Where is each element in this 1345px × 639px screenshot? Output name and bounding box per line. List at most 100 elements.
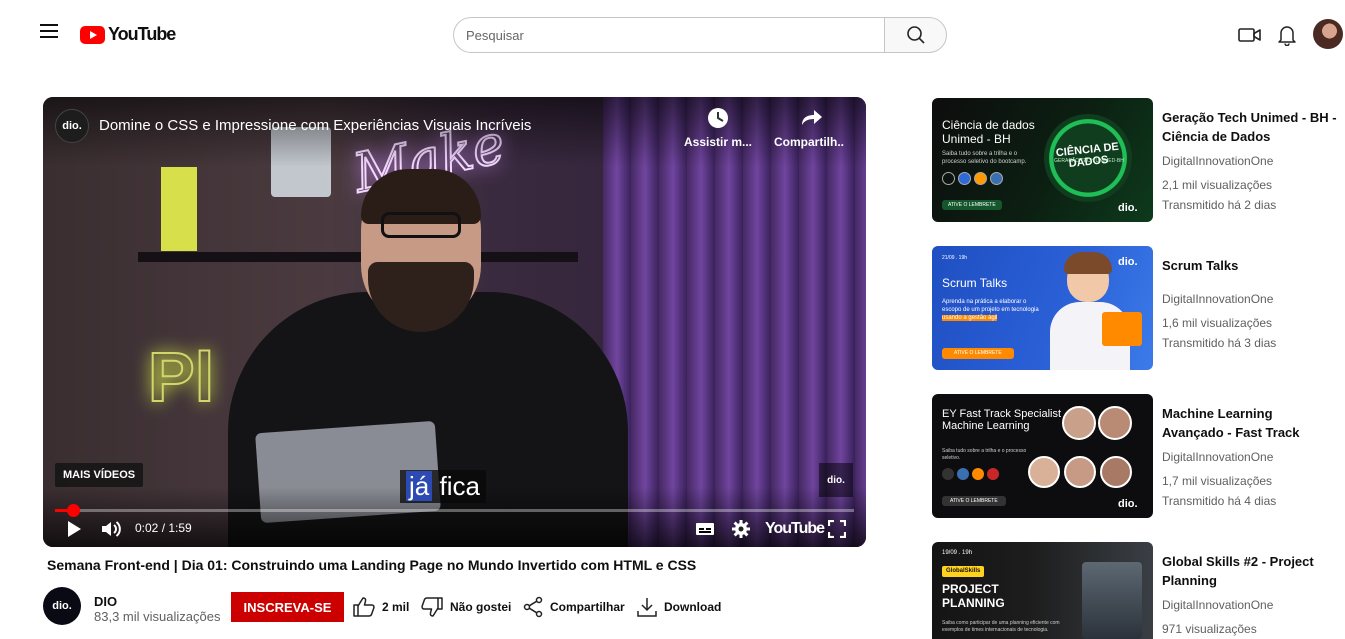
rec-title[interactable]: Global Skills #2 - Project Planning [1162,552,1337,590]
rec-age: Transmitido há 3 dias [1162,336,1277,350]
play-button[interactable] [65,517,83,541]
watch-later-button[interactable]: Assistir m... [683,107,753,149]
settings-gear-icon [732,520,750,538]
thumb-subtitle-text: Aprenda na prática a elaborar o escopo d… [942,299,1039,313]
video-camera-icon [1238,28,1261,42]
video-thumbnail[interactable]: EY Fast Track Specialist Machine Learnin… [932,394,1153,518]
rec-views: 971 visualizações [1162,622,1257,636]
channel-mark-button[interactable]: dio. [55,109,89,143]
subscribe-button[interactable]: INSCREVA-SE [231,592,344,622]
thumb-reminder-button: ATIVE O LEMBRETE [942,496,1006,506]
recommendation-card[interactable]: EY Fast Track Specialist Machine Learnin… [932,394,1342,518]
search-bar [453,17,947,53]
thumb-badge-sub: GERAÇÃO TECH UNIMED-BH [1054,158,1124,164]
time-display: 0:02 / 1:59 [135,521,192,535]
channel-views: 83,3 mil visualizações [94,609,221,624]
fullscreen-button[interactable] [828,517,846,541]
search-icon [906,26,925,44]
rec-views: 2,1 mil visualizações [1162,178,1273,192]
notifications-button[interactable] [1274,22,1300,48]
caption-text: fica [439,471,480,501]
share-icon [523,596,543,618]
subtitle-caption: já fica [400,470,486,503]
video-thumbnail[interactable]: 19/09 . 19h GlobalSkills PROJECT PLANNIN… [932,542,1153,639]
share-button[interactable]: Compartilhar [522,596,625,618]
rec-age: Transmitido há 2 dias [1162,198,1277,212]
download-button[interactable]: Download [636,596,721,618]
thumb-heading: PROJECT PLANNING [942,582,1005,610]
search-button[interactable] [884,17,947,53]
recommendation-card[interactable]: 19/09 . 19h GlobalSkills PROJECT PLANNIN… [932,542,1342,639]
thumb-subtitle: Aprenda na prática a elaborar o escopo d… [942,298,1047,322]
download-label: Download [664,600,722,614]
recommendation-card[interactable]: 21/09 . 19h Scrum Talks Aprenda na práti… [932,246,1342,370]
thumb-date: 21/09 . 19h [942,255,968,261]
rec-views: 1,7 mil visualizações [1162,474,1273,488]
bell-icon [1278,26,1296,46]
neon-sign-decoration: Pl [147,337,215,417]
rec-title[interactable]: Machine Learning Avançado - Fast Track [1162,404,1337,442]
video-thumbnail[interactable]: Ciência de dados Unimed - BH Saiba tudo … [932,98,1153,222]
top-bar: YouTube [0,0,1345,68]
logo-text: YouTube [108,24,176,44]
rec-title[interactable]: Scrum Talks [1162,256,1337,275]
download-icon [637,598,657,617]
share-overlay-button[interactable]: Compartilh... [774,107,844,149]
thumb-heading: Ciência de dados Unimed - BH [942,118,1035,146]
thumb-heading: Scrum Talks [942,276,1008,290]
tech-icons [942,468,999,480]
search-input[interactable] [453,17,884,53]
thumb-heading: EY Fast Track Specialist Machine Learnin… [942,408,1062,432]
video-title: Semana Front-end | Dia 01: Construindo u… [47,557,697,573]
settings-button[interactable] [731,517,751,541]
tech-icons [942,172,1003,185]
thumbs-up-icon [353,597,375,617]
video-thumbnail[interactable]: 21/09 . 19h Scrum Talks Aprenda na práti… [932,246,1153,370]
thumb-subtitle: Saiba tudo sobre a trilha e o processo s… [942,151,1027,165]
clock-icon [708,108,728,128]
account-avatar[interactable] [1313,19,1343,49]
thumb-dio-logo: dio. [1118,498,1138,510]
play-icon [68,521,81,537]
thumb-reminder-button: ATIVE O LEMBRETE [942,200,1002,210]
video-player[interactable]: Make Pl dio. Domine o CSS e Impressione … [43,97,866,547]
thumb-tag: GlobalSkills [942,566,985,577]
thumb-date: 19/09 . 19h [942,550,973,556]
dislike-button[interactable]: Não gostei [420,596,511,618]
youtube-brand-button[interactable]: YouTube [765,520,825,538]
rec-age: Transmitido há 4 dias [1162,494,1277,508]
share-overlay-label: Compartilh... [774,135,844,149]
thumb-reminder-button: ATIVE O LEMBRETE [942,348,1014,359]
volume-icon [102,521,121,537]
watch-later-label: Assistir m... [683,135,753,149]
player-video-title[interactable]: Domine o CSS e Impressione com Experiênc… [99,117,531,134]
subtitles-button[interactable] [695,517,715,541]
like-count: 2 mil [382,600,410,614]
share-arrow-icon [802,110,822,125]
recommendation-card[interactable]: Ciência de dados Unimed - BH Saiba tudo … [932,98,1342,222]
like-button[interactable]: 2 mil [352,596,409,618]
progress-bar[interactable] [55,504,854,517]
more-videos-button[interactable]: MAIS VÍDEOS [55,463,144,487]
thumb-subtitle: Saiba tudo sobre a trilha e o processo s… [942,448,1027,461]
caption-highlight: já [406,471,433,501]
channel-watermark[interactable]: dio. [819,463,853,497]
dislike-label: Não gostei [450,600,512,614]
thumbs-down-icon [421,597,443,617]
thumb-dio-logo: dio. [1118,256,1138,268]
youtube-logo-icon [80,25,105,44]
fullscreen-icon [828,520,846,538]
rec-channel[interactable]: DigitalInnovationOne [1162,292,1273,306]
volume-button[interactable] [100,517,124,541]
rec-title[interactable]: Geração Tech Unimed - BH - Ciência de Da… [1162,108,1337,146]
channel-avatar[interactable]: dio. [43,587,81,625]
create-video-button[interactable] [1237,22,1263,48]
thumb-subtitle-highlight: usando a gestão ágil [942,315,998,321]
rec-channel[interactable]: DigitalInnovationOne [1162,450,1273,464]
rec-channel[interactable]: DigitalInnovationOne [1162,154,1273,168]
channel-name[interactable]: DIO [94,594,117,609]
rec-views: 1,6 mil visualizações [1162,316,1273,330]
rec-channel[interactable]: DigitalInnovationOne [1162,598,1273,612]
youtube-logo[interactable]: YouTube [80,24,176,45]
menu-icon[interactable] [34,20,64,48]
